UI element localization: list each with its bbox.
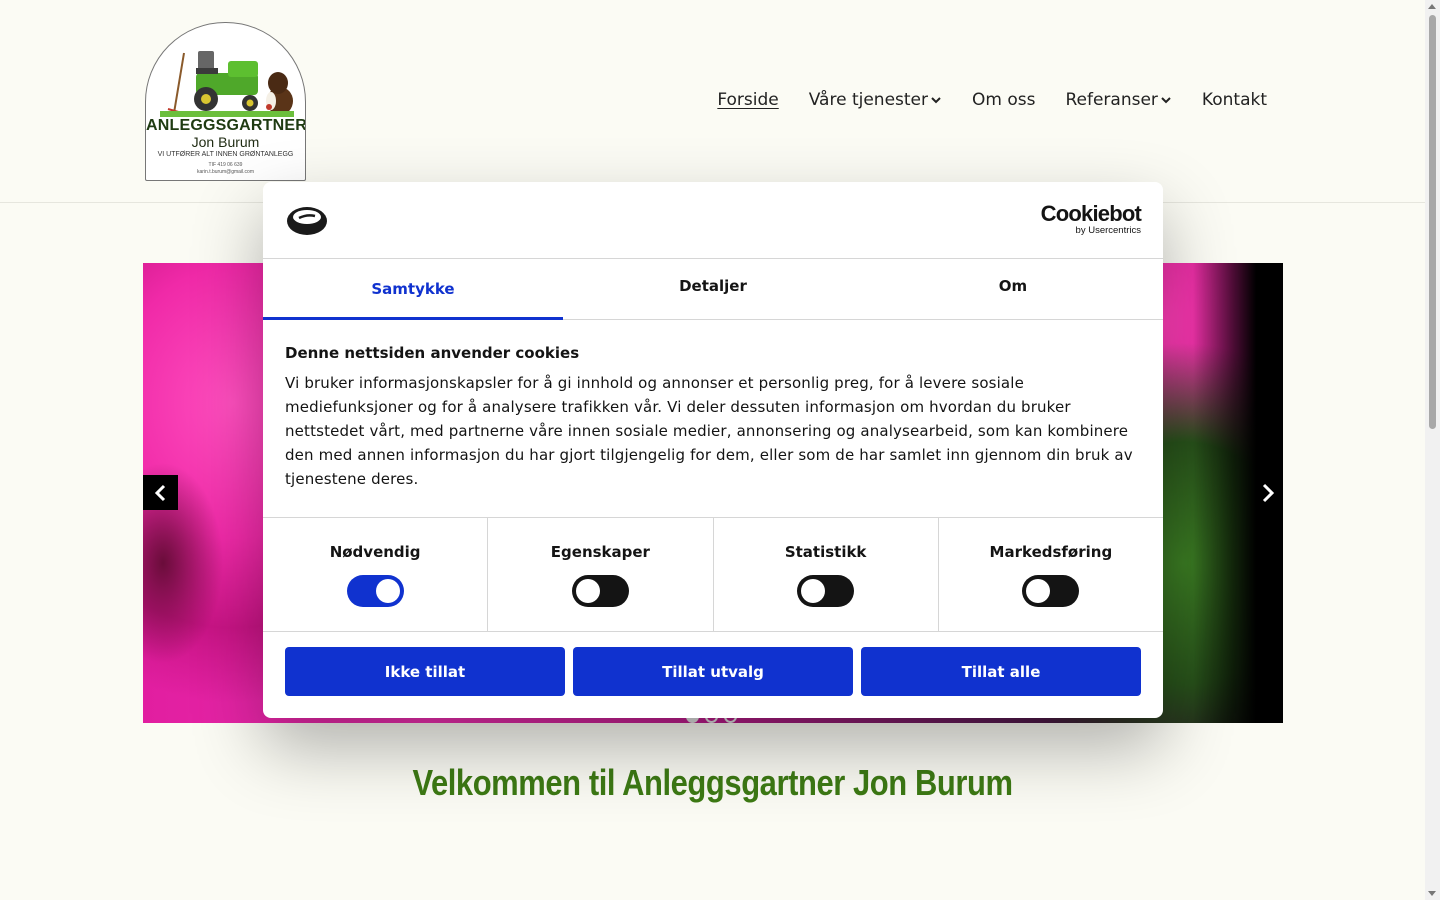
allow-selection-button[interactable]: Tillat utvalg xyxy=(573,647,853,696)
logo-email: karin.t.burum@gmail.com xyxy=(196,169,255,175)
cookie-site-logo-icon xyxy=(287,207,327,235)
toggle-label: Markedsføring xyxy=(989,543,1113,561)
nav-item-om-oss[interactable]: Om oss xyxy=(972,90,1035,110)
logo-illustration xyxy=(160,51,294,117)
scroll-down-arrow-icon[interactable] xyxy=(1428,891,1436,896)
deny-button[interactable]: Ikke tillat xyxy=(285,647,565,696)
cookie-dialog-text: Vi bruker informasjonskapsler for å gi i… xyxy=(285,374,1133,488)
cookiebot-brand: Cookiebot xyxy=(1040,201,1142,226)
main-nav: Forside Våre tjenester Om oss Referanser… xyxy=(717,90,1267,110)
tab-detaljer[interactable]: Detaljer xyxy=(563,259,863,319)
welcome-heading: Velkommen til Anleggsgartner Jon Burum xyxy=(412,762,1013,803)
cookie-dialog-header: Cookiebot by Usercentrics xyxy=(263,182,1163,259)
toggle-markedsforing-switch[interactable] xyxy=(1022,575,1080,607)
scroll-up-arrow-icon[interactable] xyxy=(1428,4,1436,9)
tab-om[interactable]: Om xyxy=(863,259,1163,319)
chevron-down-icon xyxy=(931,97,941,104)
slider-next-button[interactable] xyxy=(1254,478,1282,508)
logo-phone: TIF 419 06 639 xyxy=(208,162,243,168)
cookiebot-logo[interactable]: Cookiebot by Usercentrics xyxy=(1040,201,1142,237)
nav-item-label: Forside xyxy=(717,90,779,110)
switch-knob xyxy=(375,579,400,603)
toggle-group-markedsforing: Markedsføring xyxy=(939,518,1163,631)
toggle-label: Egenskaper xyxy=(550,543,650,561)
logo-name: Jon Burum xyxy=(191,134,260,150)
cookie-consent-dialog: Cookiebot by Usercentrics Samtykke Detal… xyxy=(263,182,1163,718)
page-scrollbar[interactable] xyxy=(1425,0,1440,900)
slider-prev-button[interactable] xyxy=(143,475,178,510)
nav-item-label: Om oss xyxy=(972,90,1036,110)
toggle-nodvendig-switch[interactable] xyxy=(346,575,404,607)
logo-tagline: VI UTFØRER ALT INNEN GRØNTANLEGG xyxy=(157,151,294,158)
toggle-group-nodvendig: Nødvendig xyxy=(263,518,489,631)
tab-samtykke[interactable]: Samtykke xyxy=(263,259,563,320)
toggle-group-statistikk: Statistikk xyxy=(714,518,939,631)
toggle-label: Nødvendig xyxy=(329,543,421,561)
chevron-down-icon xyxy=(1161,97,1171,104)
toggle-label: Statistikk xyxy=(784,543,867,561)
cookiebot-brand-by: by Usercentrics xyxy=(1075,225,1141,236)
chevron-right-icon xyxy=(1262,483,1275,503)
cookie-dialog-title: Denne nettsiden anvender cookies xyxy=(285,344,580,362)
site-header: ANLEGGSGARTNER Jon Burum VI UTFØRER ALT … xyxy=(0,0,1425,203)
scroll-thumb[interactable] xyxy=(1429,15,1436,429)
switch-knob xyxy=(1026,579,1051,603)
toggle-egenskaper-switch[interactable] xyxy=(571,575,629,607)
switch-knob xyxy=(801,579,826,603)
nav-item-referanser[interactable]: Referanser xyxy=(1065,90,1171,110)
allow-all-button[interactable]: Tillat alle xyxy=(861,647,1141,696)
cookie-category-toggles: Nødvendig Egenskaper Statistikk Markedsf… xyxy=(263,518,1163,632)
switch-knob xyxy=(575,579,600,603)
logo-title: ANLEGGSGARTNER xyxy=(146,117,306,134)
cookie-tabs: Samtykke Detaljer Om xyxy=(263,259,1163,320)
chevron-left-icon xyxy=(154,484,165,501)
toggle-group-egenskaper: Egenskaper xyxy=(488,518,714,631)
cookie-buttons: Ikke tillat Tillat utvalg Tillat alle xyxy=(263,632,1163,696)
nav-item-label: Våre tjenester xyxy=(808,90,929,110)
nav-item-label: Kontakt xyxy=(1201,90,1267,110)
nav-item-vare-tjenester[interactable]: Våre tjenester xyxy=(809,90,942,110)
cookie-dialog-body: Denne nettsiden anvender cookies Vi bruk… xyxy=(263,320,1163,518)
site-logo[interactable]: ANLEGGSGARTNER Jon Burum VI UTFØRER ALT … xyxy=(145,22,306,181)
nav-item-kontakt[interactable]: Kontakt xyxy=(1202,90,1267,110)
nav-item-forside[interactable]: Forside xyxy=(717,90,778,110)
toggle-statistikk-switch[interactable] xyxy=(797,575,855,607)
nav-item-label: Referanser xyxy=(1065,90,1158,110)
